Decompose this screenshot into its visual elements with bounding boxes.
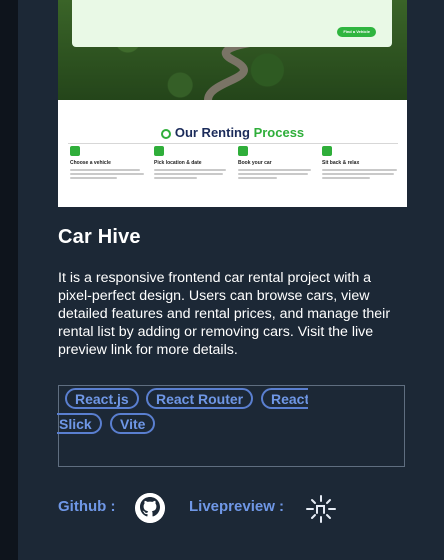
preview-logo-icon — [160, 129, 171, 139]
live-preview-icon[interactable] — [306, 495, 336, 523]
preview-step: Sit back & relax — [322, 146, 400, 181]
preview-step-title: Sit back & relax — [322, 160, 360, 166]
preview-step-title: Pick location & date — [154, 160, 202, 166]
preview-step: Choose a vehicle — [70, 146, 148, 181]
project-description: It is a responsive frontend car rental p… — [58, 270, 391, 358]
tag-react-router: React Router — [146, 388, 254, 409]
github-icon[interactable] — [135, 493, 165, 523]
preview-steps: Choose a vehicle Pick location & date Bo… — [70, 146, 400, 181]
preview-step-text — [238, 169, 316, 179]
car-step-icon — [70, 146, 80, 156]
preview-heading-part2: Process — [253, 125, 305, 140]
preview-step-title: Choose a vehicle — [70, 160, 111, 166]
calendar-step-icon — [154, 146, 164, 156]
relax-step-icon — [322, 146, 332, 156]
preview-heading: Our Renting Process — [58, 125, 407, 140]
tag-reactjs: React.js — [65, 388, 139, 409]
preview-step-text — [70, 169, 148, 179]
preview-divider — [68, 143, 398, 144]
preview-step-text — [322, 169, 400, 179]
tech-stack-tags: React.js React Router React Slick Vite — [57, 385, 405, 467]
tag-react: React — [261, 388, 308, 409]
preview-step-title: Book your car — [238, 160, 272, 166]
preview-step: Book your car — [238, 146, 316, 181]
project-title: Car Hive — [58, 226, 141, 248]
preview-find-vehicle-button: Find a Vehicle — [337, 27, 376, 37]
project-links: Github : Livepreview : — [58, 493, 358, 525]
livepreview-label: Livepreview : — [189, 498, 285, 515]
booking-step-icon — [238, 146, 248, 156]
preview-step-text — [154, 169, 232, 179]
github-label: Github : — [58, 498, 116, 515]
preview-hero-banner: Find a Vehicle — [72, 0, 392, 47]
project-preview-image: Find a Vehicle Our Renting Process Choos… — [58, 0, 407, 207]
tag-vite: Vite — [110, 413, 156, 434]
preview-heading-part1: Our Renting — [174, 125, 250, 140]
tag-slick: Slick — [57, 413, 102, 434]
preview-step: Pick location & date — [154, 146, 232, 181]
